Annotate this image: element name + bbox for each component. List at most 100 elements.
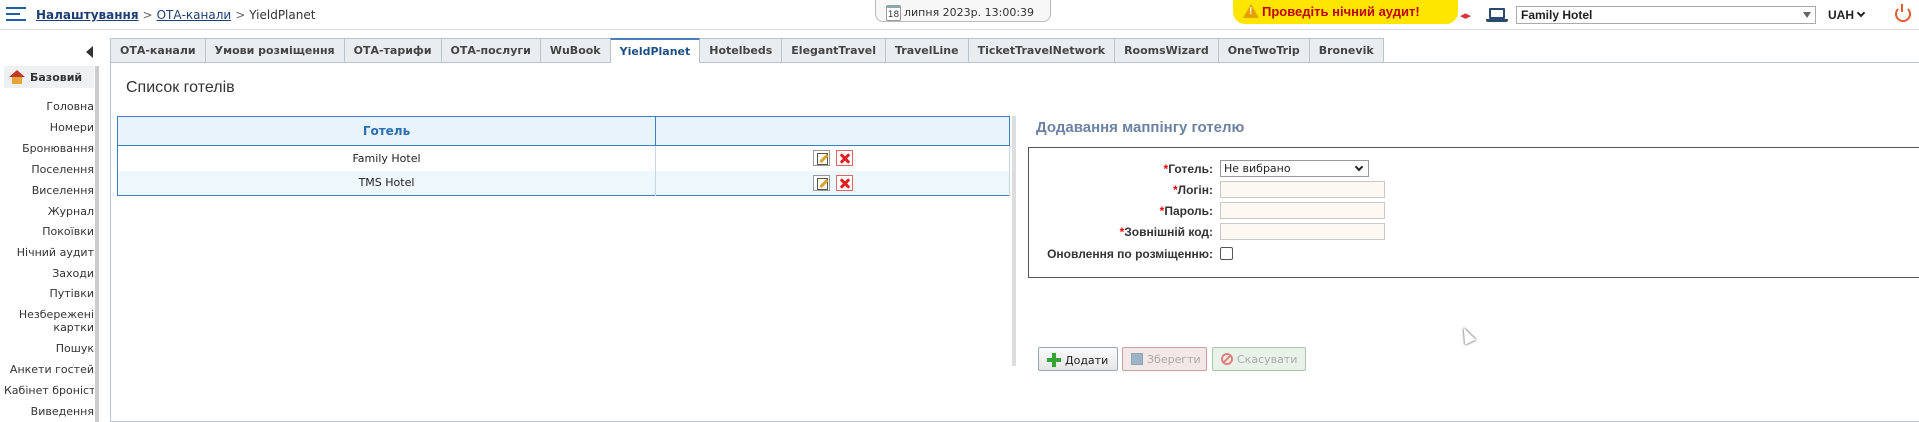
cancel-icon: [1221, 353, 1233, 365]
sidebar-scrollbar[interactable]: [95, 66, 99, 422]
night-audit-label: Проведіть нічний аудит!: [1262, 4, 1420, 19]
sidebar-item-checkin[interactable]: Поселення: [4, 163, 94, 176]
hotel-table: Готель Family Hotel TMS Hotel: [117, 116, 1010, 196]
delete-icon[interactable]: [835, 174, 853, 191]
calendar-icon: 18: [886, 5, 901, 21]
tab-bronevik[interactable]: Bronevik: [1308, 38, 1384, 62]
tab-wubook[interactable]: WuBook: [539, 38, 611, 62]
update-row: Оновлення по розміщенню:: [1029, 245, 1429, 263]
tab-yieldplanet[interactable]: YieldPlanet: [609, 38, 701, 63]
update-by-accommodation-checkbox[interactable]: [1220, 247, 1233, 260]
sidebar-item-guest-forms[interactable]: Анкети гостей: [4, 363, 94, 376]
tab-onetwotrip[interactable]: OneTwoTrip: [1217, 38, 1310, 62]
sidebar-item-vouchers[interactable]: Путівки: [4, 287, 94, 300]
hotel-name-cell: Family Hotel: [117, 145, 656, 171]
table-row[interactable]: TMS Hotel: [117, 170, 1010, 196]
edit-icon[interactable]: [812, 174, 830, 191]
sidebar-item-search[interactable]: Пошук: [4, 342, 94, 355]
update-label: Оновлення по розміщенню:: [1047, 247, 1213, 261]
external-code-label: *Зовнішній код:: [1120, 225, 1213, 239]
sidebar-item-journal[interactable]: Журнал: [4, 205, 94, 218]
breadcrumb-settings-link[interactable]: Налаштування: [36, 8, 139, 22]
top-bar: Налаштування > ОТА-канали > YieldPlanet 18 ли…: [0, 0, 1919, 30]
tab-ota-services[interactable]: ОТА-послуги: [440, 38, 541, 62]
tab-accommodation-terms[interactable]: Умови розміщення: [204, 38, 345, 62]
password-row: *Пароль:: [1029, 202, 1429, 220]
breadcrumb-ota-link[interactable]: ОТА-канали: [157, 8, 232, 22]
table-header-row: Готель: [117, 116, 1010, 146]
currency-value: UAH: [1828, 8, 1854, 22]
main-panel: ОТА-канали Умови розміщення ОТА-тарифи ОТА-…: [110, 38, 1919, 422]
hotel-selector-value: Family Hotel: [1521, 8, 1593, 22]
sidebar-item-events[interactable]: Заходи: [4, 267, 94, 280]
row-actions: [655, 170, 1010, 196]
add-button-label: Додати: [1065, 354, 1109, 367]
save-button-label: Зберегти: [1147, 353, 1201, 366]
tab-ota-channels[interactable]: ОТА-канали: [110, 38, 206, 62]
hamburger-menu-icon[interactable]: [6, 6, 26, 22]
collapse-sidebar-icon[interactable]: [86, 46, 93, 58]
house-icon: [9, 70, 25, 84]
sidebar-item-unsaved-cards[interactable]: картки: [4, 321, 94, 334]
external-code-input[interactable]: [1220, 223, 1385, 240]
plus-icon: [1047, 353, 1061, 367]
table-row[interactable]: Family Hotel: [117, 145, 1010, 171]
hotel-select[interactable]: Не вибрано: [1220, 160, 1369, 177]
power-icon[interactable]: [1895, 4, 1911, 22]
tab-tickettravelnetwork[interactable]: TicketTravelNetwork: [967, 38, 1116, 62]
login-row: *Логін:: [1029, 181, 1429, 199]
currency-selector[interactable]: UAH: [1828, 8, 1866, 22]
warning-icon: [1243, 4, 1259, 18]
row-actions: [655, 145, 1010, 171]
password-label: *Пароль:: [1160, 204, 1213, 218]
password-label-text: Пароль:: [1164, 204, 1213, 218]
sidebar-item-output[interactable]: Виведення: [4, 405, 94, 418]
external-code-row: *Зовнішній код:: [1029, 223, 1429, 241]
sidebar-section-basic[interactable]: Базовий: [4, 66, 94, 88]
sidebar-item-home[interactable]: Головна: [4, 100, 94, 113]
column-header-hotel[interactable]: Готель: [117, 116, 656, 146]
breadcrumb-separator: >: [235, 8, 246, 22]
page-title: Список готелів: [126, 79, 235, 96]
sidebar-item-bookings[interactable]: Бронювання: [4, 142, 94, 155]
edit-icon[interactable]: [812, 150, 830, 167]
hotel-name-cell: TMS Hotel: [117, 170, 656, 196]
hotel-selector[interactable]: Family Hotel: [1516, 6, 1816, 24]
tab-travelline[interactable]: TravelLine: [884, 38, 969, 62]
tab-hotelbeds[interactable]: Hotelbeds: [699, 38, 783, 62]
night-audit-alert[interactable]: Проведіть нічний аудит!: [1233, 0, 1458, 24]
save-button[interactable]: Зберегти: [1122, 347, 1207, 371]
tab-ota-rates[interactable]: ОТА-тарифи: [343, 38, 442, 62]
password-input[interactable]: [1220, 202, 1385, 219]
chevron-down-icon: [1354, 162, 1364, 172]
ota-tabs: ОТА-канали Умови розміщення ОТА-тарифи ОТА-…: [110, 38, 1384, 63]
save-disk-icon: [1131, 353, 1143, 365]
breadcrumb-current: YieldPlanet: [249, 8, 316, 22]
sidebar-item-rooms[interactable]: Номери: [4, 121, 94, 134]
sidebar-item-booker-cabinet[interactable]: Кабінет броніста: [4, 384, 94, 397]
delete-icon[interactable]: [835, 150, 853, 167]
login-label-text: Логін:: [1177, 183, 1213, 197]
sidebar-item-housekeeping[interactable]: Покоївки: [4, 225, 94, 238]
panel-splitter[interactable]: [1012, 116, 1016, 366]
cancel-button-label: Скасувати: [1237, 353, 1298, 366]
sidebar-item-night-audit[interactable]: Нічний аудит: [4, 246, 94, 259]
add-button[interactable]: Додати: [1038, 347, 1118, 371]
arrows-icon[interactable]: ◂▸: [1460, 9, 1471, 22]
sidebar: Базовий Головна Номери Бронювання Поселе…: [0, 38, 100, 422]
sidebar-item-checkout[interactable]: Виселення: [4, 184, 94, 197]
hotel-select-value: Не вибрано: [1224, 162, 1291, 175]
tab-content: Список готелів Готель Family Hotel TMS H…: [110, 62, 1919, 422]
column-header-actions: [655, 116, 1010, 146]
login-input[interactable]: [1220, 181, 1385, 198]
hotel-label-text: Готель:: [1168, 162, 1213, 176]
laptop-icon[interactable]: [1486, 8, 1508, 22]
form-title: Додавання маппінгу готелю: [1036, 119, 1245, 136]
sidebar-item-unsaved[interactable]: Незбережені: [4, 308, 94, 321]
tab-eleganttravel[interactable]: ElegantTravel: [781, 38, 886, 62]
breadcrumb-separator: >: [142, 8, 153, 22]
tab-roomswizard[interactable]: RoomsWizard: [1114, 38, 1219, 62]
datetime-display: 18 липня 2023р. 13:00:39: [875, 0, 1051, 22]
external-code-label-text: Зовнішній код:: [1124, 225, 1213, 239]
cancel-button[interactable]: Скасувати: [1212, 347, 1306, 371]
